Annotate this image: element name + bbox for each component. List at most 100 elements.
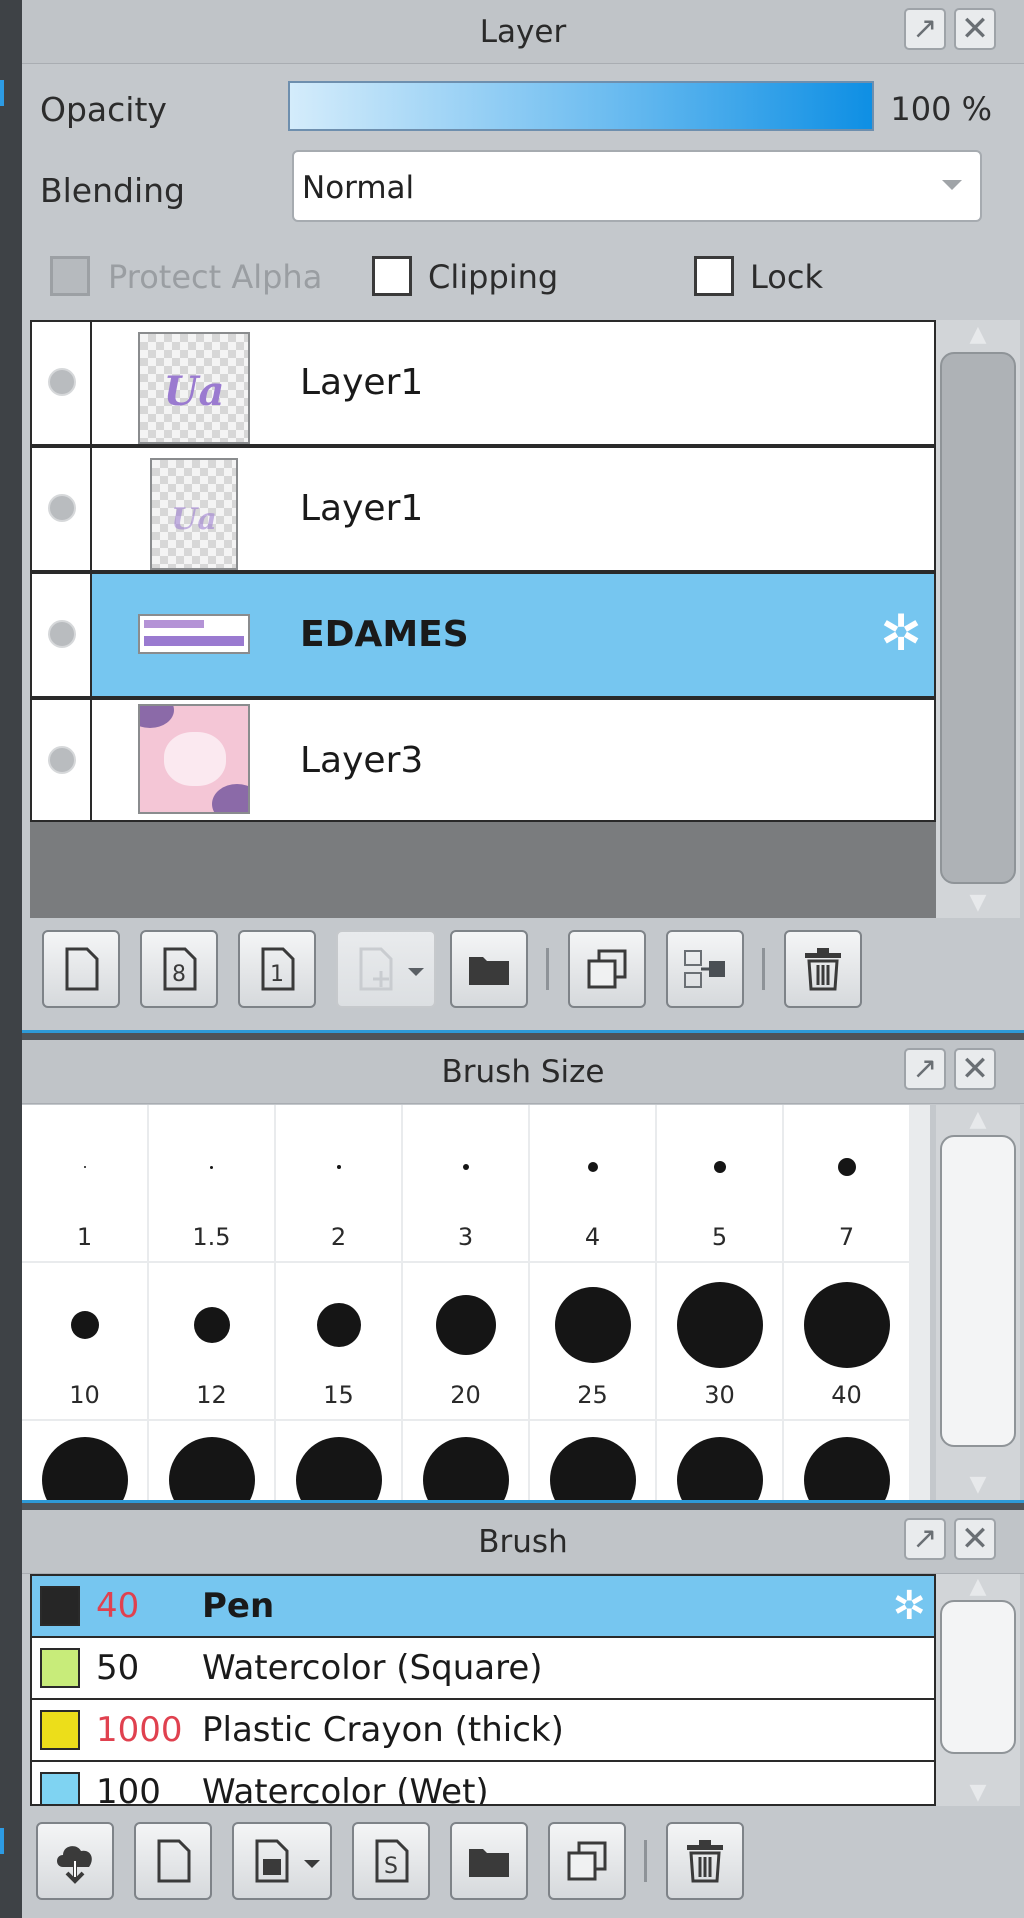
layer-row[interactable]: Layer3 xyxy=(30,698,936,822)
new-brush-button[interactable] xyxy=(134,1822,212,1900)
layer-list-scrollbar[interactable]: ▲ ▼ xyxy=(936,320,1020,918)
delete-layer-button[interactable] xyxy=(784,930,862,1008)
new-folder-button[interactable] xyxy=(450,930,528,1008)
layer-name: Layer1 xyxy=(300,488,424,529)
blending-select[interactable]: Normal xyxy=(292,150,982,222)
duplicate-layer-button[interactable] xyxy=(568,930,646,1008)
popout-icon[interactable]: ↗ xyxy=(904,8,946,50)
brush-size-cell[interactable]: 2 xyxy=(276,1105,401,1261)
opacity-slider[interactable] xyxy=(288,81,874,131)
brush-size-cell[interactable]: 30 xyxy=(657,1263,782,1419)
brush-size-label: 10 xyxy=(69,1381,100,1409)
trash-icon xyxy=(687,1840,723,1883)
add-image-dropdown-icon xyxy=(359,947,393,991)
layer-thumbnail: Ua xyxy=(150,458,238,570)
lock-checkbox[interactable] xyxy=(694,256,734,296)
brush-color-swatch xyxy=(40,1586,80,1626)
duplicate-brush-button[interactable] xyxy=(548,1822,626,1900)
visibility-toggle[interactable] xyxy=(32,574,92,696)
opacity-label: Opacity xyxy=(40,90,167,129)
scrollbar-thumb[interactable] xyxy=(940,352,1016,884)
brush-size-cell[interactable]: 3 xyxy=(403,1105,528,1261)
brush-row-selected[interactable]: 40 Pen ✲ xyxy=(32,1576,934,1638)
brush-size-value: 100 xyxy=(96,1772,161,1806)
gear-icon[interactable]: ✲ xyxy=(892,1584,926,1628)
folder-icon xyxy=(469,957,509,985)
brush-size-cell[interactable]: 4 xyxy=(530,1105,655,1261)
scroll-down-icon[interactable]: ▼ xyxy=(936,1782,1020,1804)
brush-size-scrollbar[interactable]: ▲ ▼ xyxy=(936,1105,1020,1500)
layer-row-main[interactable]: Ua Layer1 xyxy=(92,448,934,570)
brush-size-cell[interactable]: 50 xyxy=(22,1421,147,1500)
scrollbar-thumb[interactable] xyxy=(940,1135,1016,1447)
layer-name: Layer3 xyxy=(300,740,424,781)
close-icon[interactable]: ✕ xyxy=(954,1518,996,1560)
layer-row-main[interactable]: EDAMES ✲ xyxy=(92,574,934,696)
brush-size-cell[interactable]: 40 xyxy=(784,1263,909,1419)
new-layer-button[interactable] xyxy=(42,930,120,1008)
close-icon[interactable]: ✕ xyxy=(954,1048,996,1090)
visibility-toggle[interactable] xyxy=(32,700,92,820)
layer-row[interactable]: Ua Layer1 xyxy=(30,320,936,446)
brush-size-dot xyxy=(41,1437,128,1500)
brush-color-swatch xyxy=(40,1648,80,1688)
new-1bit-layer-button[interactable]: 1 xyxy=(238,930,316,1008)
layer-row-selected[interactable]: EDAMES ✲ xyxy=(30,572,936,698)
brush-size-cell[interactable]: 20 xyxy=(403,1263,528,1419)
brush-size-cell[interactable]: 70 xyxy=(276,1421,401,1500)
brush-size-dot xyxy=(435,1295,496,1355)
scrollbar-thumb[interactable] xyxy=(940,1600,1016,1754)
merge-down-button[interactable] xyxy=(666,930,744,1008)
brush-size-cell[interactable]: 1.5 xyxy=(149,1105,274,1261)
protect-alpha-checkbox[interactable] xyxy=(50,256,90,296)
close-icon[interactable]: ✕ xyxy=(954,8,996,50)
popout-icon[interactable]: ↗ xyxy=(904,1518,946,1560)
brush-size-cell[interactable]: 100 xyxy=(530,1421,655,1500)
clipping-checkbox[interactable] xyxy=(372,256,412,296)
script-brush-icon: S xyxy=(375,1839,409,1883)
scroll-down-icon[interactable]: ▼ xyxy=(936,892,1020,914)
brush-size-cell[interactable]: 120 xyxy=(657,1421,782,1500)
brush-size-cell[interactable]: 150 xyxy=(784,1421,909,1500)
new-8bit-layer-button[interactable]: 8 xyxy=(140,930,218,1008)
layer-row[interactable]: Ua Layer1 xyxy=(30,446,936,572)
layer-row-main[interactable]: Ua Layer1 xyxy=(92,322,934,444)
brush-size-cell[interactable]: 5 xyxy=(657,1105,782,1261)
add-image-dropdown-button[interactable] xyxy=(336,930,436,1008)
brush-size-label: 12 xyxy=(196,1381,227,1409)
brush-folder-button[interactable] xyxy=(450,1822,528,1900)
brush-name: Plastic Crayon (thick) xyxy=(202,1710,564,1750)
visibility-dot-icon xyxy=(48,746,76,774)
brush-size-cell[interactable]: 15 xyxy=(276,1263,401,1419)
visibility-toggle[interactable] xyxy=(32,448,92,570)
layer-panel-titlebar: Layer ↗ ✕ xyxy=(22,0,1024,64)
brush-row[interactable]: 100 Watercolor (Wet) xyxy=(32,1762,934,1806)
brush-row[interactable]: 50 Watercolor (Square) xyxy=(32,1638,934,1700)
scroll-up-icon[interactable]: ▲ xyxy=(936,1109,1020,1131)
brush-size-cell[interactable]: 1 xyxy=(22,1105,147,1261)
brush-size-cell[interactable]: 12 xyxy=(149,1263,274,1419)
brush-size-cell[interactable]: 25 xyxy=(530,1263,655,1419)
popout-icon[interactable]: ↗ xyxy=(904,1048,946,1090)
script-brush-button[interactable]: S xyxy=(352,1822,430,1900)
brush-size-dot xyxy=(587,1162,598,1172)
scroll-up-icon[interactable]: ▲ xyxy=(936,324,1020,346)
scroll-down-icon[interactable]: ▼ xyxy=(936,1474,1020,1496)
brush-type-dropdown-button[interactable] xyxy=(232,1822,332,1900)
brush-size-cell[interactable]: 10 xyxy=(22,1263,147,1419)
layer-row-main[interactable]: Layer3 xyxy=(92,700,934,820)
brush-list-scrollbar[interactable]: ▲ ▼ xyxy=(936,1574,1020,1806)
brush-size-title: Brush Size xyxy=(441,1054,605,1090)
brush-size-cell[interactable]: 60 xyxy=(149,1421,274,1500)
download-brush-button[interactable] xyxy=(36,1822,114,1900)
brush-size-label: 2 xyxy=(330,1223,347,1251)
lock-label: Lock xyxy=(750,258,823,296)
visibility-toggle[interactable] xyxy=(32,322,92,444)
chevron-down-icon xyxy=(408,968,424,976)
delete-brush-button[interactable] xyxy=(666,1822,744,1900)
gear-icon[interactable]: ✲ xyxy=(880,608,922,658)
brush-size-cell[interactable]: 7 xyxy=(784,1105,909,1261)
brush-size-cell[interactable]: 80 xyxy=(403,1421,528,1500)
scroll-up-icon[interactable]: ▲ xyxy=(936,1576,1020,1598)
brush-row[interactable]: 1000 Plastic Crayon (thick) xyxy=(32,1700,934,1762)
